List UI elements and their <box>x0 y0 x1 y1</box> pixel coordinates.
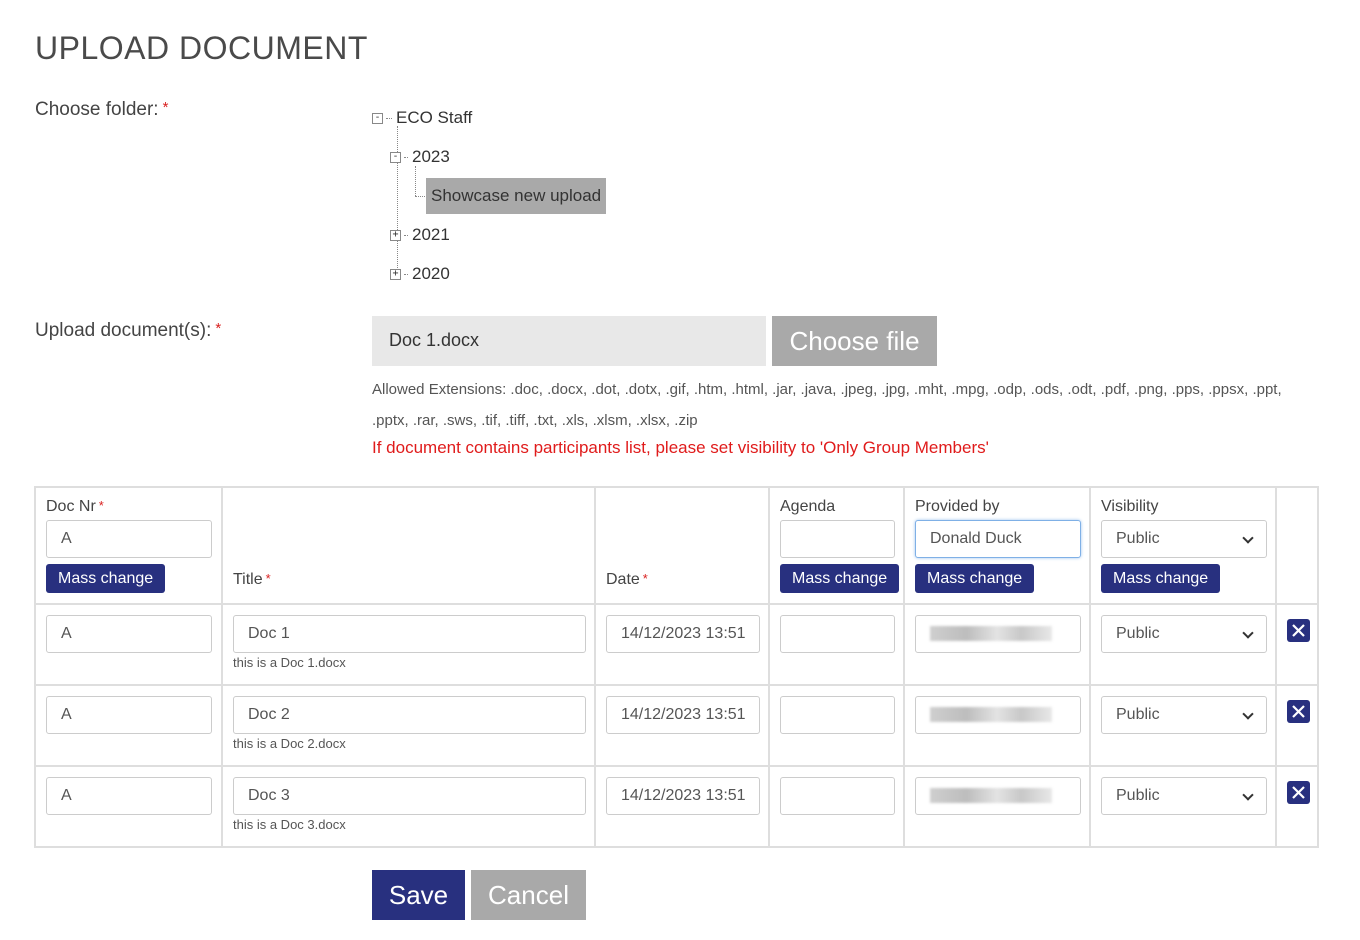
page-title: UPLOAD DOCUMENT <box>35 30 368 66</box>
allowed-extensions-text: Allowed Extensions: .doc, .docx, .dot, .… <box>372 381 1282 429</box>
tree-node-2023[interactable]: - 2023 <box>390 139 450 175</box>
file-description: this is a Doc 3.docx <box>233 817 346 832</box>
cancel-button[interactable]: Cancel <box>471 870 586 920</box>
title-input[interactable]: Doc 1 <box>233 615 586 653</box>
tree-label-2020[interactable]: 2020 <box>412 264 450 284</box>
doc-nr-header: Doc Nr * A Mass change <box>34 486 223 605</box>
tree-label-showcase-new-upload[interactable]: Showcase new upload <box>426 178 607 214</box>
file-description: this is a Doc 2.docx <box>233 736 346 751</box>
tree-node-2021[interactable]: + 2021 <box>390 217 450 253</box>
provided-by-header: Provided by Donald Duck Mass change <box>903 486 1091 605</box>
tree-label-2021[interactable]: 2021 <box>412 225 450 245</box>
close-icon <box>1292 705 1305 718</box>
visibility-select[interactable]: Public <box>1101 696 1267 734</box>
doc-nr-header-label: Doc Nr <box>46 498 96 515</box>
title-header-label: Title <box>233 571 263 588</box>
mass-agenda-input[interactable] <box>780 520 895 558</box>
provided-by-input[interactable] <box>915 615 1081 653</box>
visibility-select[interactable]: Public <box>1101 615 1267 653</box>
date-input[interactable]: 14/12/2023 13:51 <box>606 777 760 815</box>
close-icon <box>1292 624 1305 637</box>
folder-tree: - ECO Staff - 2023 Showcase new upload +… <box>370 100 770 300</box>
required-marker: * <box>265 571 271 586</box>
doc-nr-input[interactable]: A <box>46 696 212 734</box>
doc-nr-input[interactable]: A <box>46 777 212 815</box>
mass-visibility-select[interactable]: Public <box>1101 520 1267 558</box>
required-marker: * <box>162 99 169 116</box>
mass-change-provided-by-button[interactable]: Mass change <box>915 564 1035 593</box>
date-header: Date * <box>594 486 770 605</box>
delete-row-button[interactable] <box>1287 781 1310 804</box>
mass-change-agenda-button[interactable]: Mass change <box>780 564 900 593</box>
choose-folder-label: Choose folder: * <box>35 99 168 121</box>
tree-label-eco-staff[interactable]: ECO Staff <box>396 108 472 128</box>
provided-by-input[interactable] <box>915 696 1081 734</box>
title-input[interactable]: Doc 3 <box>233 777 586 815</box>
collapse-icon[interactable]: - <box>372 112 383 124</box>
tree-node-showcase-new-upload[interactable]: Showcase new upload <box>426 178 607 214</box>
delete-row-button[interactable] <box>1287 619 1310 642</box>
visibility-header: Visibility Public Mass change <box>1089 486 1277 605</box>
title-header: Title * <box>221 486 596 605</box>
mass-doc-nr-input[interactable]: A <box>46 520 212 558</box>
provided-by-input[interactable] <box>915 777 1081 815</box>
agenda-header-label: Agenda <box>780 498 836 515</box>
table-row: A Doc 1 this is a Doc 1.docx 14/12/2023 … <box>34 603 1319 686</box>
mass-change-visibility-button[interactable]: Mass change <box>1101 564 1221 593</box>
redacted-name <box>930 788 1052 804</box>
visibility-warning: If document contains participants list, … <box>372 438 989 457</box>
upload-documents-label-text: Upload document(s): <box>35 320 212 341</box>
required-marker: * <box>215 320 222 337</box>
actions-header <box>1275 486 1319 605</box>
date-input[interactable]: 14/12/2023 13:51 <box>606 696 760 734</box>
title-input[interactable]: Doc 2 <box>233 696 586 734</box>
upload-documents-label: Upload document(s): * <box>35 320 221 342</box>
selected-file-name[interactable]: Doc 1.docx <box>372 316 766 366</box>
agenda-header: Agenda Mass change <box>768 486 905 605</box>
expand-icon[interactable]: + <box>390 268 401 280</box>
tree-node-2020[interactable]: + 2020 <box>390 256 450 292</box>
date-input[interactable]: 14/12/2023 13:51 <box>606 615 760 653</box>
required-marker: * <box>642 571 648 586</box>
table-row: A Doc 3 this is a Doc 3.docx 14/12/2023 … <box>34 765 1319 848</box>
tree-node-eco-staff[interactable]: - ECO Staff <box>372 100 472 136</box>
mass-provided-by-input[interactable]: Donald Duck <box>915 520 1081 558</box>
visibility-header-label: Visibility <box>1101 498 1159 515</box>
redacted-name <box>930 707 1052 723</box>
save-button[interactable]: Save <box>372 870 465 920</box>
provided-by-header-label: Provided by <box>915 498 1000 515</box>
agenda-input[interactable] <box>780 777 895 815</box>
mass-change-doc-nr-button[interactable]: Mass change <box>46 564 166 593</box>
visibility-select[interactable]: Public <box>1101 777 1267 815</box>
file-description: this is a Doc 1.docx <box>233 655 346 670</box>
choose-folder-label-text: Choose folder: <box>35 99 159 120</box>
redacted-name <box>930 626 1052 642</box>
doc-nr-input[interactable]: A <box>46 615 212 653</box>
expand-icon[interactable]: + <box>390 229 401 241</box>
documents-table: Doc Nr * A Mass change Title * Date * Agend… <box>34 486 1319 848</box>
agenda-input[interactable] <box>780 615 895 653</box>
delete-row-button[interactable] <box>1287 700 1310 723</box>
required-marker: * <box>98 498 104 513</box>
choose-file-button[interactable]: Choose file <box>772 316 937 366</box>
table-header-row: Doc Nr * A Mass change Title * Date * Agend… <box>34 486 1319 605</box>
collapse-icon[interactable]: - <box>390 151 401 163</box>
tree-label-2023[interactable]: 2023 <box>412 147 450 167</box>
table-row: A Doc 2 this is a Doc 2.docx 14/12/2023 … <box>34 684 1319 767</box>
close-icon <box>1292 786 1305 799</box>
date-header-label: Date <box>606 571 640 588</box>
agenda-input[interactable] <box>780 696 895 734</box>
